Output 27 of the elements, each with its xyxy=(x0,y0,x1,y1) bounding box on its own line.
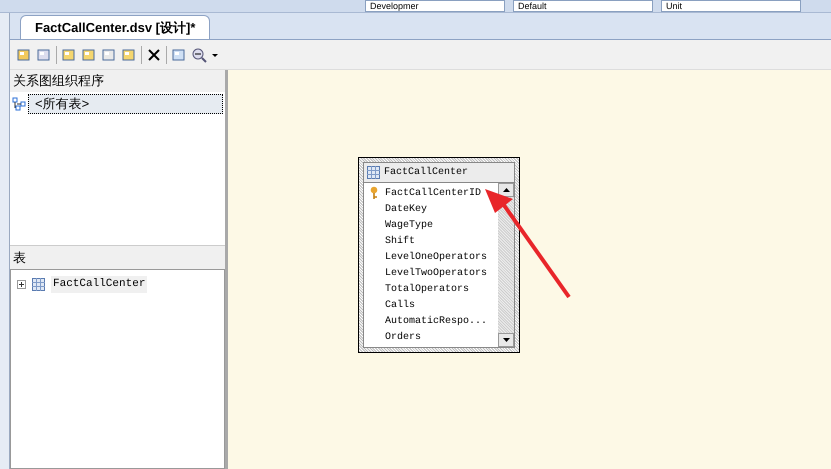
table-node[interactable]: FactCallCenter FactCallCenterID DateKey WageType Shift LevelOneOperators LevelTwoOperators TotalOperators Calls AutomaticRespo... Orders xyxy=(358,157,520,353)
down-arrow-icon[interactable] xyxy=(502,338,510,342)
delete-icon[interactable] xyxy=(146,46,162,62)
zoom-out-icon[interactable] xyxy=(191,46,207,62)
expand-toggle[interactable] xyxy=(17,280,26,289)
column-name[interactable]: TotalOperators xyxy=(385,282,470,296)
list-item[interactable]: <所有表> xyxy=(28,94,223,114)
column-name[interactable]: Orders xyxy=(385,330,422,344)
column-name[interactable]: Shift xyxy=(385,234,416,248)
panel-header: 关系图组织程序 xyxy=(10,70,225,92)
combo-box[interactable]: Unit xyxy=(661,0,801,12)
column-name[interactable]: WageType xyxy=(385,218,434,232)
scrollbar[interactable] xyxy=(498,183,514,347)
table-title: FactCallCenter xyxy=(384,166,468,180)
panel-header: 表 xyxy=(10,245,225,269)
key-icon xyxy=(370,186,378,200)
column-name[interactable]: AutomaticRespo... xyxy=(385,314,488,328)
column-name[interactable]: FactCallCenterID xyxy=(385,186,482,200)
column-name[interactable]: Calls xyxy=(385,298,416,312)
up-arrow-icon[interactable] xyxy=(502,188,510,192)
column-name[interactable]: LevelOneOperators xyxy=(385,250,488,264)
combo-box[interactable]: Developmer xyxy=(365,0,505,12)
combo-box[interactable]: Default xyxy=(513,0,653,12)
column-name[interactable]: DateKey xyxy=(385,202,428,216)
document-tab[interactable]: FactCallCenter.dsv [设计]* xyxy=(20,15,210,39)
tree-item[interactable]: FactCallCenter xyxy=(51,276,148,292)
column-name[interactable]: LevelTwoOperators xyxy=(385,266,488,280)
